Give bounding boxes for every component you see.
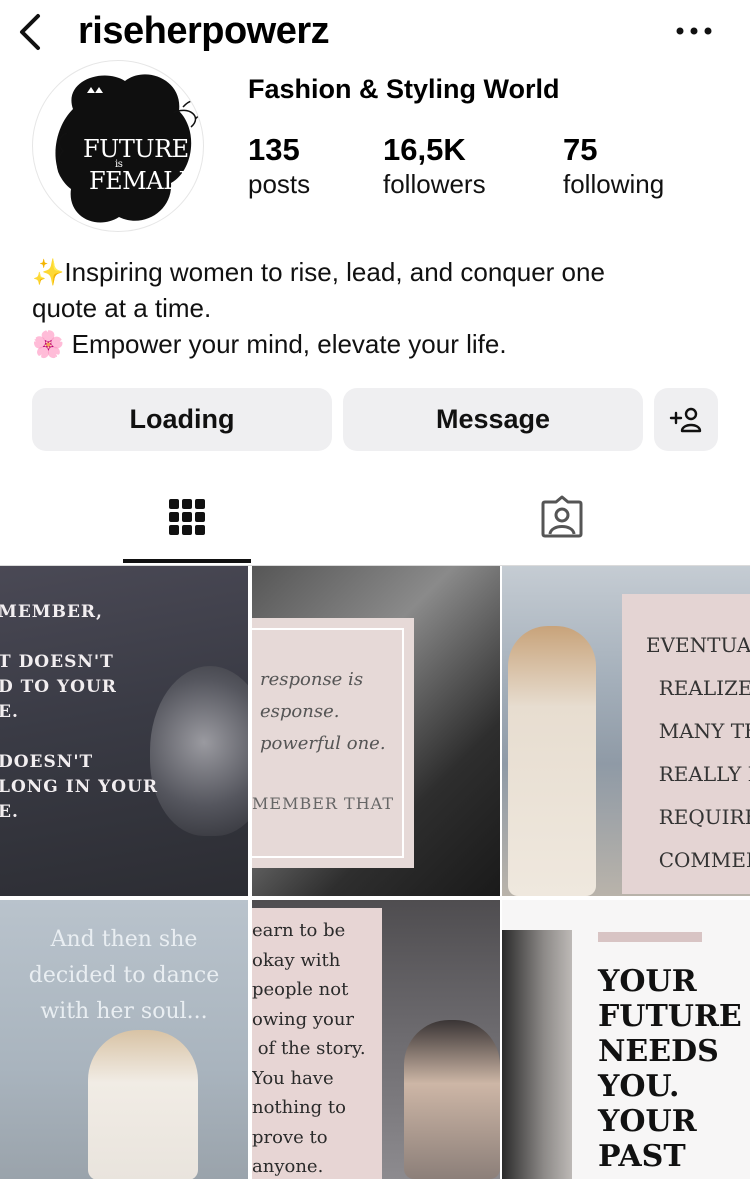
stat-following-label: following <box>563 169 665 199</box>
post-image <box>150 666 248 836</box>
post-tile[interactable]: response is esponse. powerful one. MEMBE… <box>252 566 500 896</box>
bio-line: 🌸 Empower your mind, elevate your life. <box>32 329 507 359</box>
stat-followers-label: followers <box>383 169 486 199</box>
avatar-text-bottom: FEMALE <box>89 167 196 195</box>
post-tile[interactable]: YOUR FUTURE NEEDS YOU. YOUR PAST <box>502 900 750 1179</box>
profile-display-name: Fashion & Styling World <box>248 74 560 104</box>
post-image <box>502 930 572 1179</box>
add-user-icon <box>669 407 702 432</box>
post-quote-text: YOUR FUTURE NEEDS YOU. YOUR PAST <box>598 964 742 1174</box>
bio-line: ✨Inspiring women to rise, lead, and conq… <box>32 257 605 287</box>
post-accent-bar <box>598 932 702 942</box>
post-tile[interactable]: MEMBER, T DOESN'T D TO YOUR E. DOESN'T L… <box>0 566 248 896</box>
post-quote-text: And then she decided to dance with her s… <box>28 927 220 1024</box>
profile-bio: ✨Inspiring women to rise, lead, and conq… <box>32 254 722 362</box>
bio-line: quote at a time. <box>32 293 212 323</box>
post-image <box>404 1020 500 1179</box>
more-options-button[interactable] <box>672 18 716 44</box>
stat-posts-label: posts <box>248 169 311 199</box>
grid-icon <box>169 499 205 535</box>
stat-following[interactable]: 75 following <box>563 133 664 201</box>
tab-selected-indicator <box>123 559 251 563</box>
post-tile[interactable]: EVENTUALLY REALIZE HO MANY THIN REALLY D… <box>502 566 750 896</box>
back-button[interactable] <box>14 10 48 54</box>
post-quote-footer: MEMBER THAT <box>252 794 394 813</box>
stat-posts[interactable]: 135 posts <box>248 133 310 201</box>
posts-grid: MEMBER, T DOESN'T D TO YOUR E. DOESN'T L… <box>0 566 750 1179</box>
profile-avatar[interactable]: FUTURE is FEMALE <box>32 60 204 232</box>
follow-button[interactable]: Loading <box>32 388 332 451</box>
stat-following-value: 75 <box>563 132 598 167</box>
profile-tabs <box>0 470 750 566</box>
post-tile[interactable]: earn to be okay with people not owing yo… <box>252 900 500 1179</box>
post-tile[interactable]: And then she decided to dance with her s… <box>0 900 248 1179</box>
post-image <box>508 626 596 896</box>
profile-username: riseherpowerz <box>78 10 330 52</box>
more-horizontal-icon <box>676 27 712 35</box>
top-bar: riseherpowerz <box>0 0 750 62</box>
stat-posts-value: 135 <box>248 132 300 167</box>
post-quote-text: MEMBER, T DOESN'T D TO YOUR E. DOESN'T L… <box>0 602 159 822</box>
stat-followers[interactable]: 16,5K followers <box>383 133 486 201</box>
suggest-users-button[interactable] <box>654 388 718 451</box>
tab-tagged[interactable] <box>498 470 626 564</box>
post-image <box>88 1030 198 1179</box>
tab-posts-grid[interactable] <box>123 470 251 564</box>
message-button[interactable]: Message <box>343 388 643 451</box>
post-quote-text: EVENTUALLY REALIZE HO MANY THIN REALLY D… <box>646 633 750 872</box>
stat-followers-value: 16,5K <box>383 132 466 167</box>
post-quote-text: earn to be okay with people not owing yo… <box>252 920 366 1177</box>
avatar-text: FUTURE is FEMALE <box>33 61 203 231</box>
avatar-text-top: FUTURE <box>83 135 189 163</box>
tagged-person-icon <box>541 495 583 538</box>
post-quote-text: response is esponse. powerful one. <box>260 669 386 754</box>
chevron-left-icon <box>20 14 40 50</box>
